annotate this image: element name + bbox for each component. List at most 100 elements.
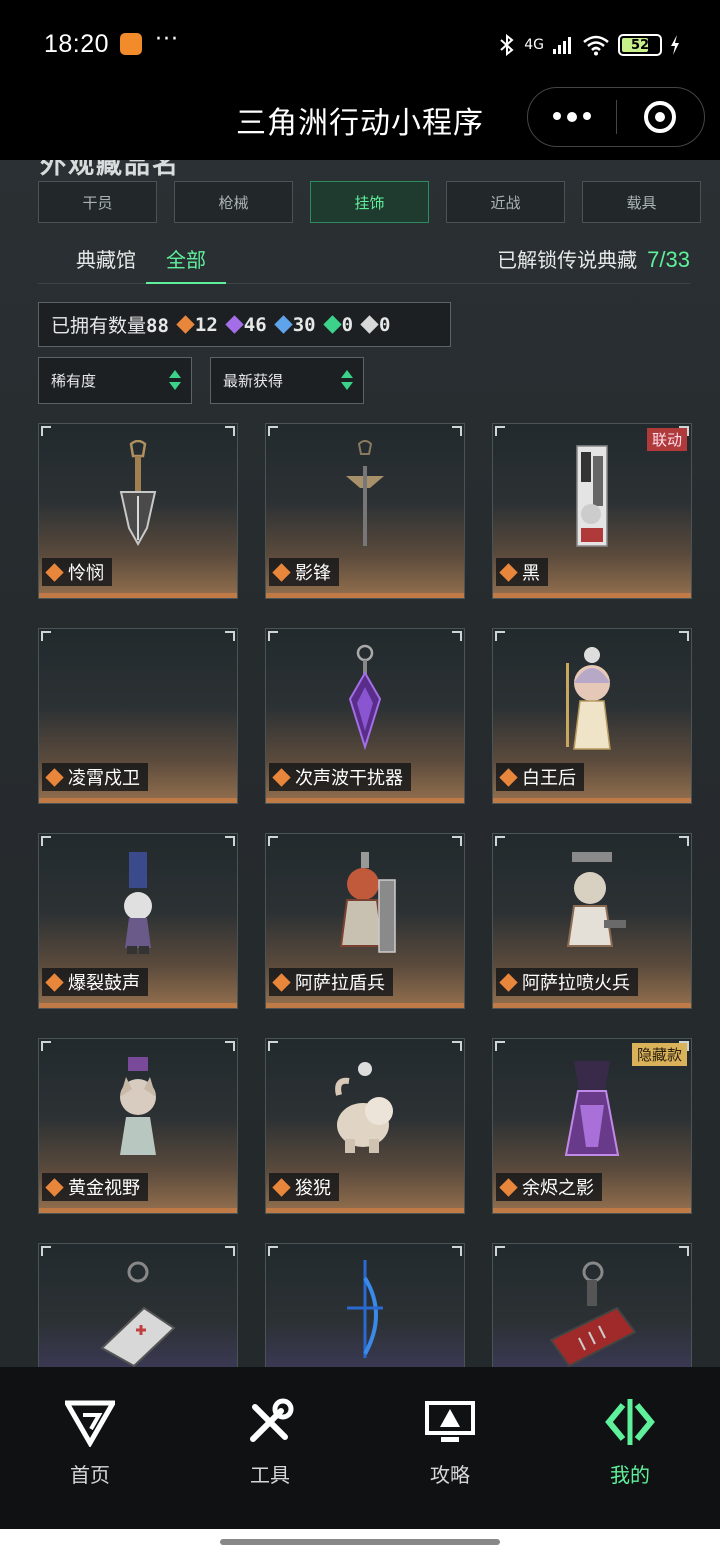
guide-icon: [425, 1401, 475, 1442]
close-button[interactable]: [617, 88, 705, 146]
gold-rarity-icon: [499, 562, 518, 582]
gold-count: 12: [176, 314, 218, 336]
charm-label: 黄金视野: [42, 1173, 148, 1201]
owned-count-box: 已拥有数量88 12 46 30 0 0: [38, 302, 451, 347]
golden-vision-charm-image: [120, 1057, 156, 1155]
gold-rarity-icon: [499, 972, 518, 992]
recent-select-label: 最新获得: [223, 372, 284, 390]
charm-label: 凌霄戍卫: [42, 763, 148, 791]
battery-icon: 52: [618, 34, 662, 56]
target-icon: [644, 101, 677, 133]
more-icon: [552, 112, 591, 122]
purple-rarity-icon: [225, 315, 244, 334]
unlock-label: 已解锁传说典藏: [497, 248, 638, 272]
shadow-edge-charm-image: [346, 440, 384, 546]
charm-card[interactable]: 次声波干扰器: [265, 628, 465, 804]
gold-rarity-icon: [272, 562, 291, 582]
charm-card[interactable]: 黄金视野: [38, 1038, 238, 1214]
category-tabs: 干员 枪械 挂饰 近战 载具: [38, 181, 701, 223]
charm-card[interactable]: 爆裂鼓声: [38, 833, 238, 1009]
tab-firearms[interactable]: 枪械: [174, 181, 293, 223]
hidden-edition-badge: 隐藏款: [631, 1043, 687, 1066]
blue-count: 30: [273, 314, 316, 336]
status-bar: 18:20 ··· 4G 52: [0, 0, 720, 90]
sub-tab-collection[interactable]: 典藏馆: [76, 244, 136, 273]
rarity-select-label: 稀有度: [51, 372, 97, 390]
charm-card[interactable]: 白王后: [492, 628, 692, 804]
charm-label: 余烬之影: [496, 1173, 602, 1201]
black-charm-image: [576, 445, 608, 547]
tab-tools[interactable]: 工具: [210, 1397, 330, 1488]
purple-count: 46: [225, 314, 267, 336]
white-queen-charm-image: [566, 647, 611, 750]
charm-label: 阿萨拉喷火兵: [496, 968, 638, 996]
tab-operators[interactable]: 干员: [38, 181, 157, 223]
tab-mine-label: 我的: [610, 1463, 650, 1487]
charm-label: 狻猊: [269, 1173, 339, 1201]
more-button[interactable]: [528, 88, 616, 146]
charm-card[interactable]: [265, 1243, 465, 1367]
charm-image-14: [347, 1260, 383, 1358]
tab-vehicles[interactable]: 载具: [582, 181, 701, 223]
white-rarity-icon: [360, 315, 379, 334]
charm-label: 阿萨拉盾兵: [269, 968, 393, 996]
tab-guide[interactable]: 攻略: [390, 1397, 510, 1488]
tab-melee[interactable]: 近战: [446, 181, 565, 223]
unlock-value: 7/33: [647, 247, 690, 272]
signal-icon: [553, 37, 571, 54]
sub-tabs: 典藏馆 全部 已解锁传说典藏 7/33: [38, 234, 690, 284]
status-more-dots: ···: [155, 27, 179, 52]
section-title: 外观藏品名: [40, 160, 181, 180]
charm-card[interactable]: 凌霄戍卫: [38, 628, 238, 804]
infrasound-jammer-charm-image: [348, 644, 382, 751]
burst-drum-charm-image: [124, 852, 152, 954]
charm-image-13: [100, 1261, 176, 1367]
ember-shadow-charm-image: [564, 1061, 620, 1156]
active-tab-underline: [146, 282, 226, 284]
home-indicator: [0, 1529, 720, 1559]
gold-rarity-icon: [499, 1177, 518, 1197]
owned-label: 已拥有数量88: [51, 315, 169, 337]
green-rarity-icon: [322, 315, 342, 334]
charm-label: 黑: [496, 558, 548, 586]
tab-home-label: 首页: [70, 1463, 110, 1487]
tab-mine[interactable]: 我的: [570, 1397, 690, 1488]
charm-card[interactable]: [492, 1243, 692, 1367]
tab-tools-label: 工具: [250, 1463, 290, 1487]
charm-label: 影锋: [269, 558, 339, 586]
sort-arrows-icon: [169, 370, 181, 390]
taobao-app-icon: [120, 33, 142, 55]
charm-label: 爆裂鼓声: [42, 968, 148, 996]
recent-sort-select[interactable]: 最新获得: [210, 357, 364, 404]
collab-badge: 联动: [646, 428, 687, 451]
charm-card[interactable]: 怜悯: [38, 423, 238, 599]
tab-charms[interactable]: 挂饰: [310, 181, 429, 223]
logo-home-icon: [62, 1400, 118, 1449]
status-time: 18:20: [44, 30, 110, 58]
tab-home[interactable]: 首页: [30, 1397, 150, 1488]
mini-program-title-bar: 三角洲行动小程序: [0, 87, 720, 160]
sub-tab-all[interactable]: 全部: [166, 244, 206, 273]
charm-label: 白王后: [496, 763, 584, 791]
charm-image-15: [549, 1261, 637, 1367]
network-type: 4G: [524, 37, 544, 53]
tools-icon: [250, 1398, 294, 1442]
white-count: 0: [360, 314, 390, 336]
charm-card[interactable]: 联动 黑: [492, 423, 692, 599]
charm-card[interactable]: 阿萨拉盾兵: [265, 833, 465, 1009]
asara-flamethrower-charm-image: [566, 852, 626, 947]
rarity-sort-select[interactable]: 稀有度: [38, 357, 192, 404]
asara-shield-soldier-charm-image: [339, 852, 396, 953]
charm-card[interactable]: 影锋: [265, 423, 465, 599]
charm-card[interactable]: 阿萨拉喷火兵: [492, 833, 692, 1009]
capsule-menu: [527, 87, 705, 147]
bluetooth-icon: [500, 33, 514, 57]
gold-rarity-icon: [272, 767, 291, 787]
charm-card[interactable]: 狻猊: [265, 1038, 465, 1214]
charm-card[interactable]: 隐藏款 余烬之影: [492, 1038, 692, 1214]
gold-rarity-icon: [176, 315, 195, 334]
gold-rarity-icon: [272, 1177, 291, 1197]
charm-card[interactable]: [38, 1243, 238, 1367]
legendary-unlock-count: 已解锁传说典藏 7/33: [497, 244, 690, 273]
green-count: 0: [322, 314, 353, 336]
